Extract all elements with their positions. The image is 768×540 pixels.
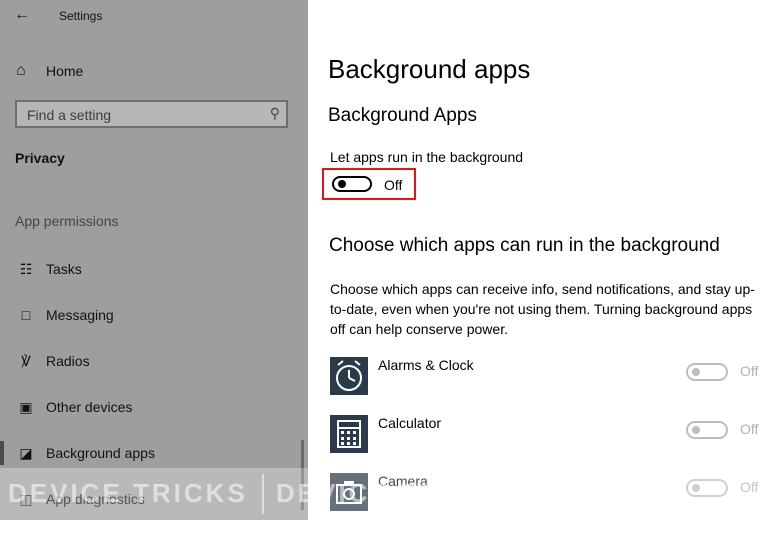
other-devices-icon: ▣ [19,398,33,415]
sidebar-item-label: Background apps [46,445,155,461]
section-header: Privacy [15,150,65,166]
sidebar-item-other-devices[interactable]: ▣ Other devices [0,389,308,425]
app-row-calculator: Calculator Off [330,415,768,455]
back-arrow-icon[interactable]: ← [14,6,30,24]
search-input[interactable]: Find a setting ⚲ [15,100,288,128]
app-state: Off [740,421,759,437]
alarms-clock-icon [330,357,368,395]
home-label: Home [46,63,84,79]
watermark-text: DEVICE TRICKS [548,478,663,539]
sidebar-item-label: Messaging [46,307,114,323]
highlight-box: Off [322,168,416,200]
watermark-text: DEVICE TRICKS [276,478,516,508]
sidebar-item-label: Tasks [46,261,82,277]
page-title: Background apps [328,54,531,84]
apps-heading: Choose which apps can run in the backgro… [329,235,720,256]
selection-indicator [0,441,4,465]
background-apps-toggle[interactable] [332,176,372,192]
window-title: Settings [59,9,103,23]
sidebar-item-messaging[interactable]: □ Messaging [0,297,308,333]
background-apps-icon: ◪ [19,444,33,461]
tasks-icon: ☷ [19,260,33,277]
app-state: Off [740,363,759,379]
messaging-icon: □ [21,307,31,323]
sidebar-item-tasks[interactable]: ☷ Tasks [0,251,308,287]
toggle-state-label: Off [384,177,403,193]
toggle-knob [338,180,346,188]
sidebar-item-label: Other devices [46,399,133,415]
app-name: Alarms & Clock [378,357,474,373]
sidebar-item-label: Radios [46,353,90,369]
main-content: Background apps Background Apps Let apps… [308,0,768,520]
calculator-toggle[interactable] [686,421,728,439]
toggle-description: Let apps run in the background [330,149,524,165]
watermark-text: DEVICE TRICKS [8,478,248,508]
group-header: App permissions [15,213,119,229]
search-icon[interactable]: ⚲ [270,105,280,122]
sidebar: ← Settings ⌂ Home Find a setting ⚲ Priva… [0,0,308,520]
section-title: Background Apps [328,105,477,126]
sidebar-item-radios[interactable]: ℣ Radios [0,343,308,379]
toggle-knob [692,426,700,434]
search-placeholder: Find a setting [27,107,112,123]
home-link[interactable]: ⌂ Home [16,60,83,82]
alarms-clock-toggle[interactable] [686,363,728,381]
app-name: Calculator [378,415,442,431]
calculator-icon [330,415,368,453]
sidebar-item-background-apps[interactable]: ◪ Background apps [0,435,308,471]
watermark-separator [532,474,534,514]
toggle-knob [692,368,700,376]
app-row-alarms-clock: Alarms & Clock Off [330,357,768,397]
apps-description: Choose which apps can receive info, send… [330,281,755,337]
radios-icon: ℣ [21,352,31,369]
watermark-separator [262,474,264,514]
home-icon: ⌂ [16,62,26,79]
